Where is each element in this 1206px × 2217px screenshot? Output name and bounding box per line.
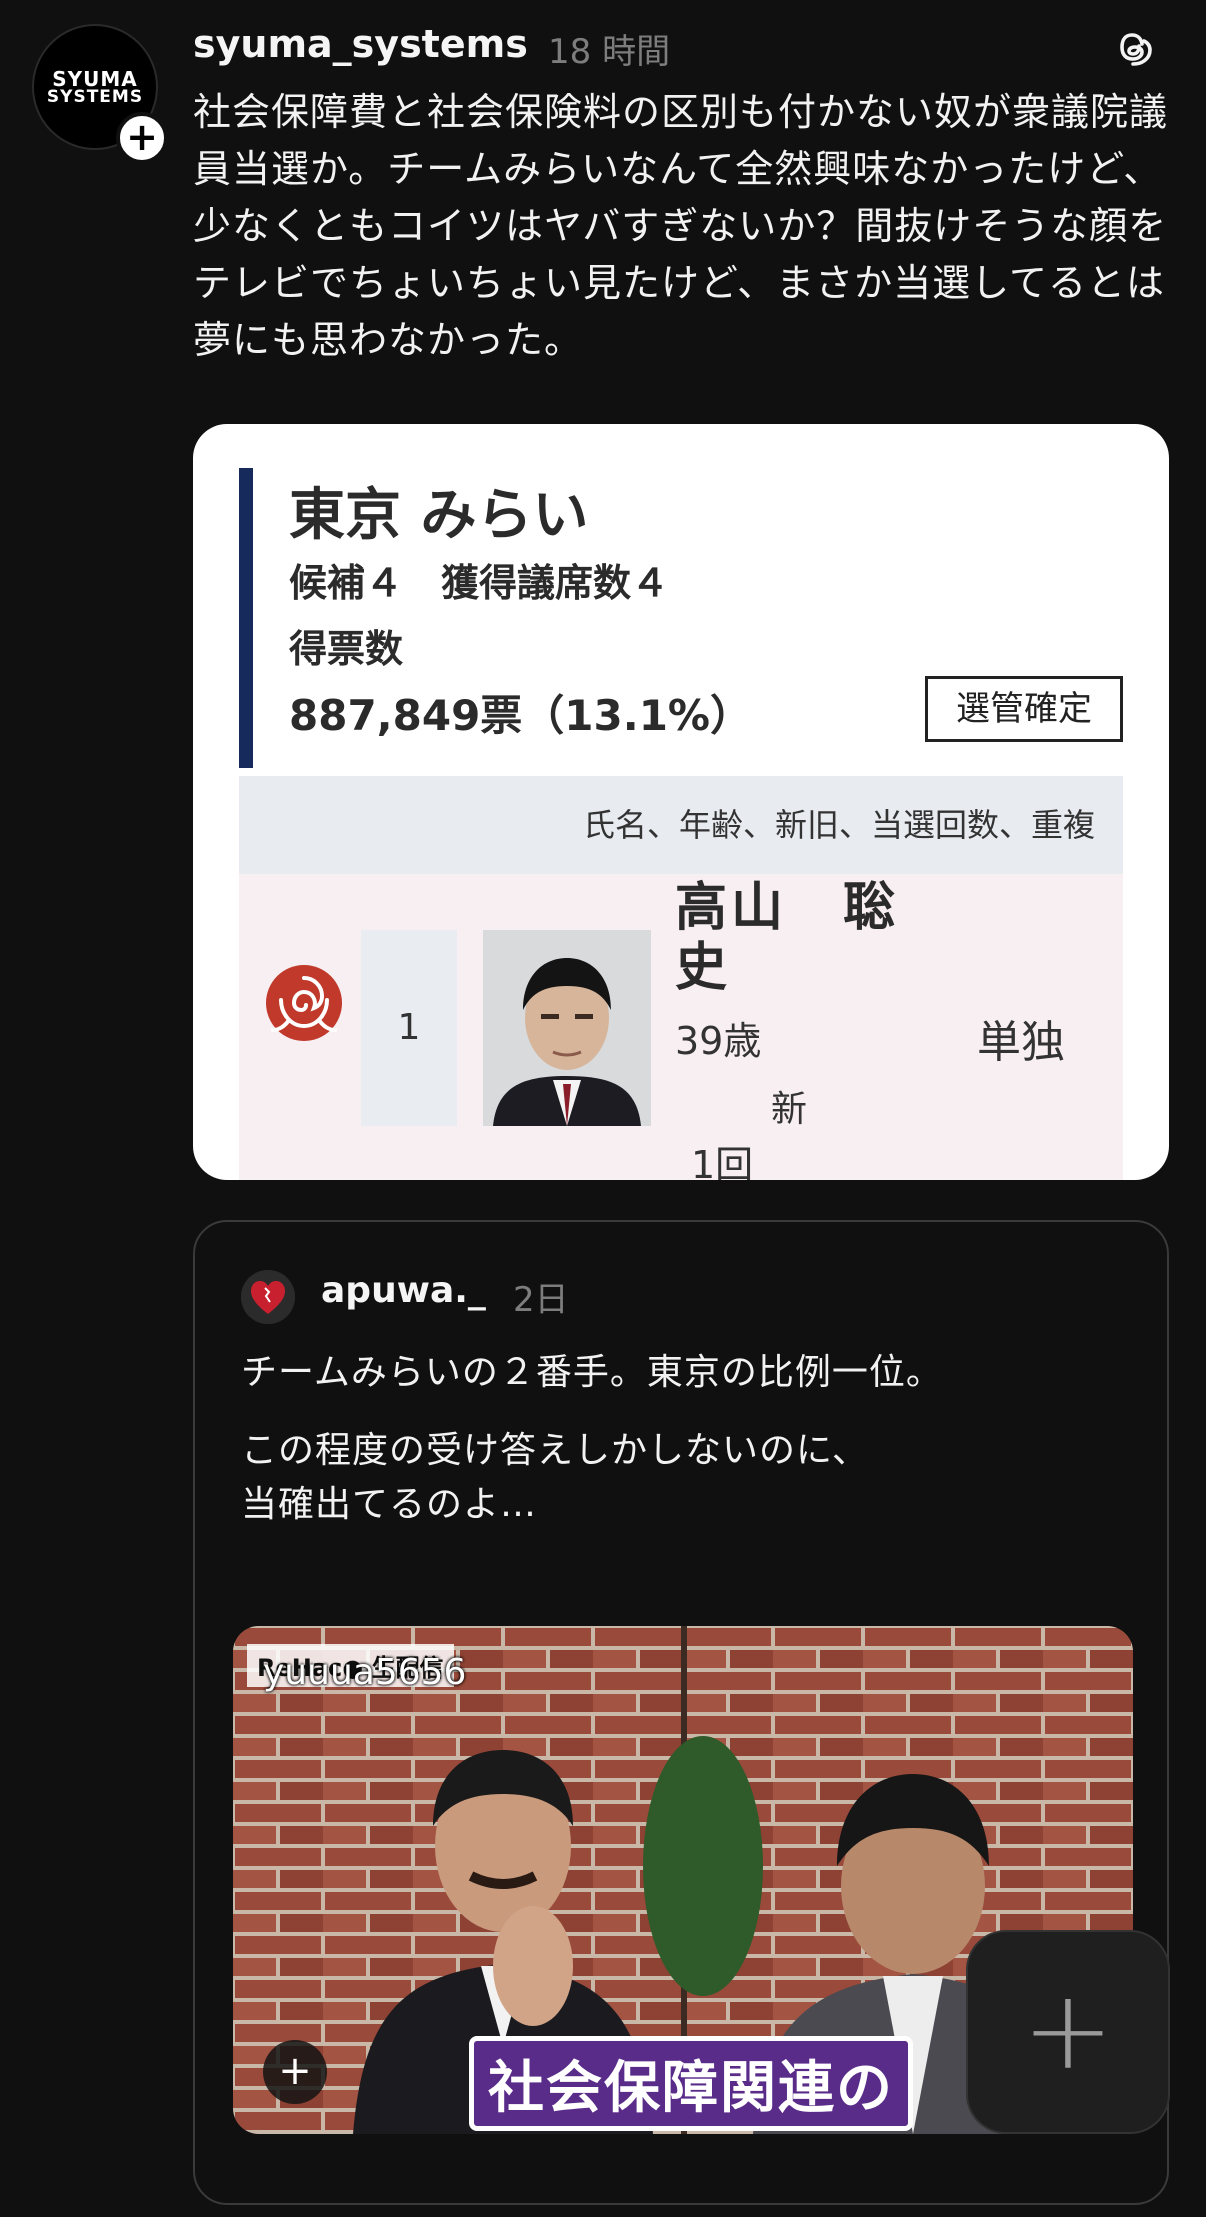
election-result-card[interactable]: 東京 みらい 候補４ 獲得議席数４ 得票数 887,849票（13.1%） 選管… [193,424,1169,1180]
seats-line: 候補４ 獲得議席数４ [289,561,670,605]
status-badge: 選管確定 [925,676,1123,742]
video-watermark: yuuua5656 [263,1652,467,1693]
votes-value: 887,849票（13.1%） [289,691,753,740]
video-caption: 社会保障関連の [469,2036,913,2131]
quoted-user-avatar[interactable] [241,1270,295,1324]
candidate-age: 39歳 [675,1019,762,1063]
candidate-status: 新 [771,1089,808,1130]
candidate-photo [483,930,651,1126]
candidate-name: 高山 聡史 [675,878,900,998]
candidate-times: 1回 [691,1143,754,1180]
card-accent-bar [239,468,253,768]
quoted-line-2a: この程度の受け答えしかしないのに、 [241,1430,869,1471]
video-plus-button[interactable]: + [263,2040,327,2104]
threads-icon[interactable] [1108,22,1158,72]
rose-icon [266,965,342,1041]
table-header: 氏名、年齢、新旧、当選回数、重複 [239,776,1123,874]
avatar-text-bottom: SYSTEMS [46,86,144,107]
quoted-line-2b: 当確出てるのよ… [241,1484,538,1525]
candidate-rank: 1 [361,930,457,1126]
new-post-fab-button[interactable]: + [966,1930,1170,2134]
quoted-paragraph-2: この程度の受け答えしかしないのに、 当確出てるのよ… [241,1424,1121,1532]
post-username[interactable]: syuma_systems [193,22,528,66]
follow-plus-button[interactable]: + [116,112,168,164]
avatar-text-top: SYUMA [52,66,138,91]
quoted-paragraph-1: チームみらいの２番手。東京の比例一位。 [241,1352,943,1393]
post-body-text: 社会保障費と社会保険料の区別も付かない奴が衆議院議員当選か。チームみらいなんて全… [193,90,1169,362]
candidate-row: 1 高山 聡史 39歳 単独 新 1回 [239,874,1123,1180]
quoted-username[interactable]: apuwa._ [321,1270,486,1311]
quoted-body-text: チームみらいの２番手。東京の比例一位。 この程度の受け答えしかしないのに、 当確… [241,1346,1121,1556]
post-timestamp: 18 時間 [548,32,671,72]
quoted-timestamp: 2日 [513,1280,569,1320]
candidate-duplicate: 単独 [977,1017,1065,1068]
threads-post: SYUMA SYSTEMS + syuma_systems 18 時間 社会保障… [0,0,1206,2217]
votes-label: 得票数 [289,627,404,671]
party-name: 東京 みらい [289,483,589,548]
